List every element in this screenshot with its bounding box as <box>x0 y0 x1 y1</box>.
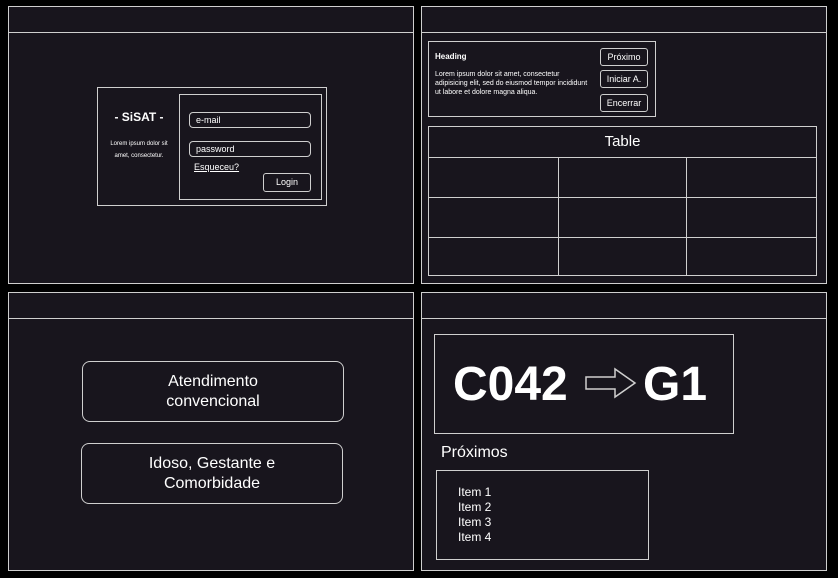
attendant-panel: Heading Lorem ipsum dolor sit amet, cons… <box>421 6 827 284</box>
control-heading: Heading <box>435 52 467 61</box>
next-list: Item 1 Item 2 Item 3 Item 4 <box>458 485 491 545</box>
login-form: e-mail password Esqueceu? Login <box>179 94 322 200</box>
ticket-code: C042 <box>453 358 568 411</box>
email-field[interactable]: e-mail <box>189 112 311 128</box>
panel-header <box>422 7 826 33</box>
password-field[interactable]: password <box>189 141 311 157</box>
end-button[interactable]: Encerrar <box>600 94 648 112</box>
conventional-service-button[interactable]: Atendimento convencional <box>82 361 344 422</box>
brand-title: - SiSAT - <box>114 110 164 124</box>
counter-code: G1 <box>643 358 708 411</box>
table-column-divider <box>686 157 687 275</box>
table-row-divider <box>429 197 816 198</box>
table-title: Table <box>429 127 816 158</box>
table-column-divider <box>558 157 559 275</box>
table-row-divider <box>429 237 816 238</box>
ticket-choice-panel: Atendimento convencional Idoso, Gestante… <box>8 292 414 571</box>
panel-header <box>9 7 413 33</box>
brand-description: Lorem ipsum dolor sit amet, consectetur. <box>110 141 168 159</box>
list-item: Item 2 <box>458 500 492 514</box>
list-item: Item 3 <box>458 515 492 529</box>
list-item: Item 4 <box>458 530 492 544</box>
next-button[interactable]: Próximo <box>600 48 648 66</box>
list-item: Item 1 <box>458 485 492 499</box>
login-card: - SiSAT - Lorem ipsum dolor sit amet, co… <box>97 87 327 206</box>
control-text: Lorem ipsum dolor sit amet, consectetur … <box>435 71 588 96</box>
forgot-password-link[interactable]: Esqueceu? <box>194 162 239 172</box>
data-table: Table <box>428 126 817 276</box>
call-display-panel: C042 G1 Próximos Item 1 Item 2 Item 3 It… <box>421 292 827 571</box>
right-arrow-icon <box>585 367 637 399</box>
login-button[interactable]: Login <box>263 173 311 192</box>
start-button[interactable]: Iniciar A. <box>600 70 648 88</box>
current-call-box: C042 G1 <box>434 334 734 434</box>
next-list-title: Próximos <box>441 444 508 461</box>
control-card: Heading Lorem ipsum dolor sit amet, cons… <box>428 41 656 117</box>
panel-header <box>9 293 413 319</box>
panel-header <box>422 293 826 319</box>
login-panel: - SiSAT - Lorem ipsum dolor sit amet, co… <box>8 6 414 284</box>
next-list-box: Item 1 Item 2 Item 3 Item 4 <box>436 470 649 560</box>
priority-service-button[interactable]: Idoso, Gestante e Comorbidade <box>81 443 343 504</box>
